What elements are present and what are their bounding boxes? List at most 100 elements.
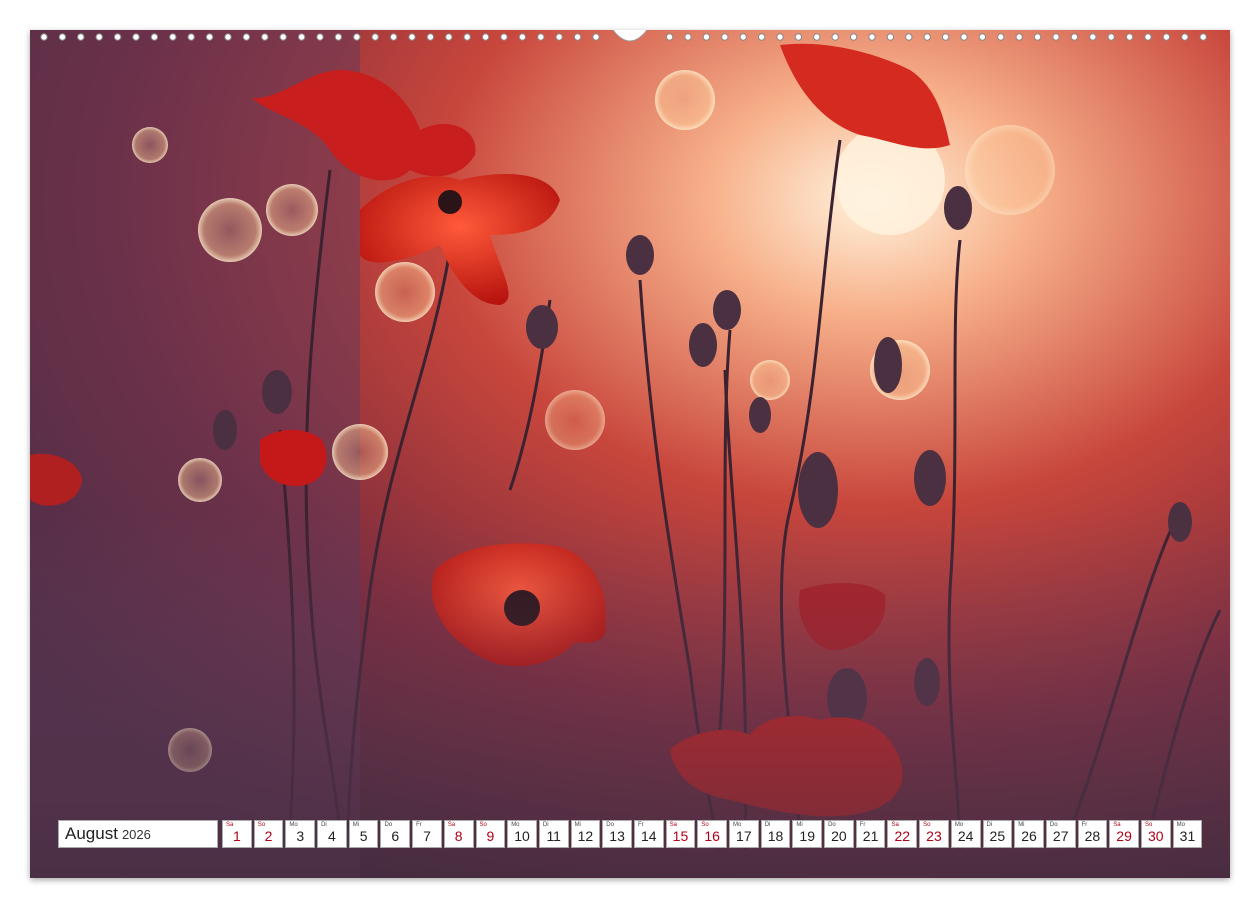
binding-hole (739, 33, 747, 41)
binding-hole (886, 33, 895, 41)
day-number: 18 (767, 828, 784, 844)
day-cell: Sa 22 (887, 820, 918, 848)
day-number: 23 (926, 828, 942, 844)
binding-hole (224, 33, 232, 41)
day-number: 6 (391, 828, 400, 844)
day-cell: Fr 21 (855, 820, 886, 848)
day-number: 28 (1084, 828, 1101, 844)
binding-hole (757, 33, 766, 41)
day-cell: Di 25 (982, 820, 1013, 848)
binding-hole (481, 33, 490, 41)
month-label: August 2026 (58, 820, 218, 848)
binding-hole (40, 33, 48, 41)
day-number: 3 (296, 828, 305, 844)
binding-hole (426, 33, 435, 41)
day-cell: Sa 8 (443, 820, 474, 848)
day-cell: So 16 (697, 820, 727, 848)
day-cell: Mo 17 (729, 820, 759, 848)
day-number: 9 (486, 828, 495, 844)
binding-hole (1052, 33, 1060, 41)
day-cells: Sa 1 So 2 Mo 3 Di 4 Mi 5 Do 6 Fr 7 Sa 8 So 9 Mo 10 Di 11 Mi 12 D… (222, 820, 1203, 850)
binding-hole (1033, 33, 1042, 41)
day-cell: Mi 26 (1014, 820, 1044, 848)
day-number: 20 (831, 828, 847, 844)
binding-hole (205, 33, 214, 41)
day-cell: Sa 29 (1109, 820, 1139, 848)
day-number: 24 (957, 828, 974, 844)
day-number: 19 (799, 828, 815, 844)
day-cell: So 23 (919, 820, 949, 848)
binding-hole (868, 33, 876, 41)
binding-hole (371, 33, 379, 41)
binding-hole (150, 33, 159, 41)
binding-hole (997, 33, 1005, 41)
day-number: 15 (672, 828, 689, 844)
hanger-hook-icon (612, 29, 648, 42)
binding-hole (169, 33, 177, 41)
day-cell: So 2 (253, 820, 284, 848)
day-number: 12 (577, 828, 594, 844)
binding-hole (721, 33, 729, 41)
day-cell: Di 4 (317, 820, 347, 848)
binding-hole (77, 33, 85, 41)
day-cell: Fr 28 (1077, 820, 1108, 848)
day-number: 10 (514, 828, 530, 844)
day-number: 11 (546, 828, 561, 844)
day-cell: Do 27 (1045, 820, 1076, 848)
binding-hole (58, 33, 67, 41)
year: 2026 (121, 826, 151, 842)
day-number: 27 (1052, 828, 1069, 844)
binding-hole (905, 33, 913, 41)
binding-hole (1070, 33, 1079, 41)
day-cell: Sa 15 (665, 820, 696, 848)
binding-hole (113, 33, 122, 41)
binding-hole (1199, 33, 1207, 41)
binding-hole (316, 33, 324, 41)
binding-hole (537, 33, 545, 41)
calendar-strip: August 2026 Sa 1 So 2 Mo 3 Di 4 Mi 5 Do 6 Fr 7 Sa 8 So 9 M… (58, 820, 1203, 850)
month-name: August (65, 824, 118, 843)
day-cell: Mo 10 (507, 820, 537, 848)
day-number: 21 (862, 828, 879, 844)
binding-hole (1089, 33, 1097, 41)
day-cell: Mi 19 (792, 820, 823, 848)
binding-hole (776, 33, 784, 41)
day-number: 26 (1021, 828, 1037, 844)
binding-hole (95, 33, 103, 41)
binding-hole (978, 33, 987, 41)
calendar-page (30, 30, 1230, 878)
binding-hole (132, 33, 140, 41)
binding-hole (445, 33, 453, 41)
binding-hole (353, 33, 361, 41)
day-number: 16 (704, 828, 720, 844)
binding-hole (831, 33, 839, 41)
day-cell: Mo 3 (285, 820, 316, 848)
day-number: 31 (1179, 828, 1196, 844)
day-number: 29 (1116, 828, 1132, 844)
day-number: 1 (232, 828, 241, 844)
day-cell: Fr 7 (412, 820, 442, 848)
day-cell: Di 18 (760, 820, 791, 848)
binding-hole (573, 33, 582, 41)
day-cell: Do 6 (380, 820, 411, 848)
binding-hole (1162, 33, 1171, 41)
day-number: 8 (454, 828, 463, 844)
day-cell: Do 13 (602, 820, 632, 848)
binding-hole (463, 33, 471, 41)
day-number: 22 (894, 828, 911, 844)
binding-hole (1144, 33, 1152, 41)
binding-hole (297, 33, 306, 41)
day-cell: Mo 24 (950, 820, 981, 848)
day-number: 5 (359, 828, 368, 844)
binding-hole (702, 33, 711, 41)
binding-hole (794, 33, 803, 41)
day-number: 25 (989, 828, 1006, 844)
binding-hole (1107, 33, 1115, 41)
day-number: 17 (736, 828, 752, 844)
day-number: 14 (640, 828, 657, 844)
binding-hole (813, 33, 821, 41)
binding-hole (684, 33, 692, 41)
binding-hole (1181, 33, 1189, 41)
day-cell: So 9 (475, 820, 506, 848)
binding-hole (334, 33, 343, 41)
